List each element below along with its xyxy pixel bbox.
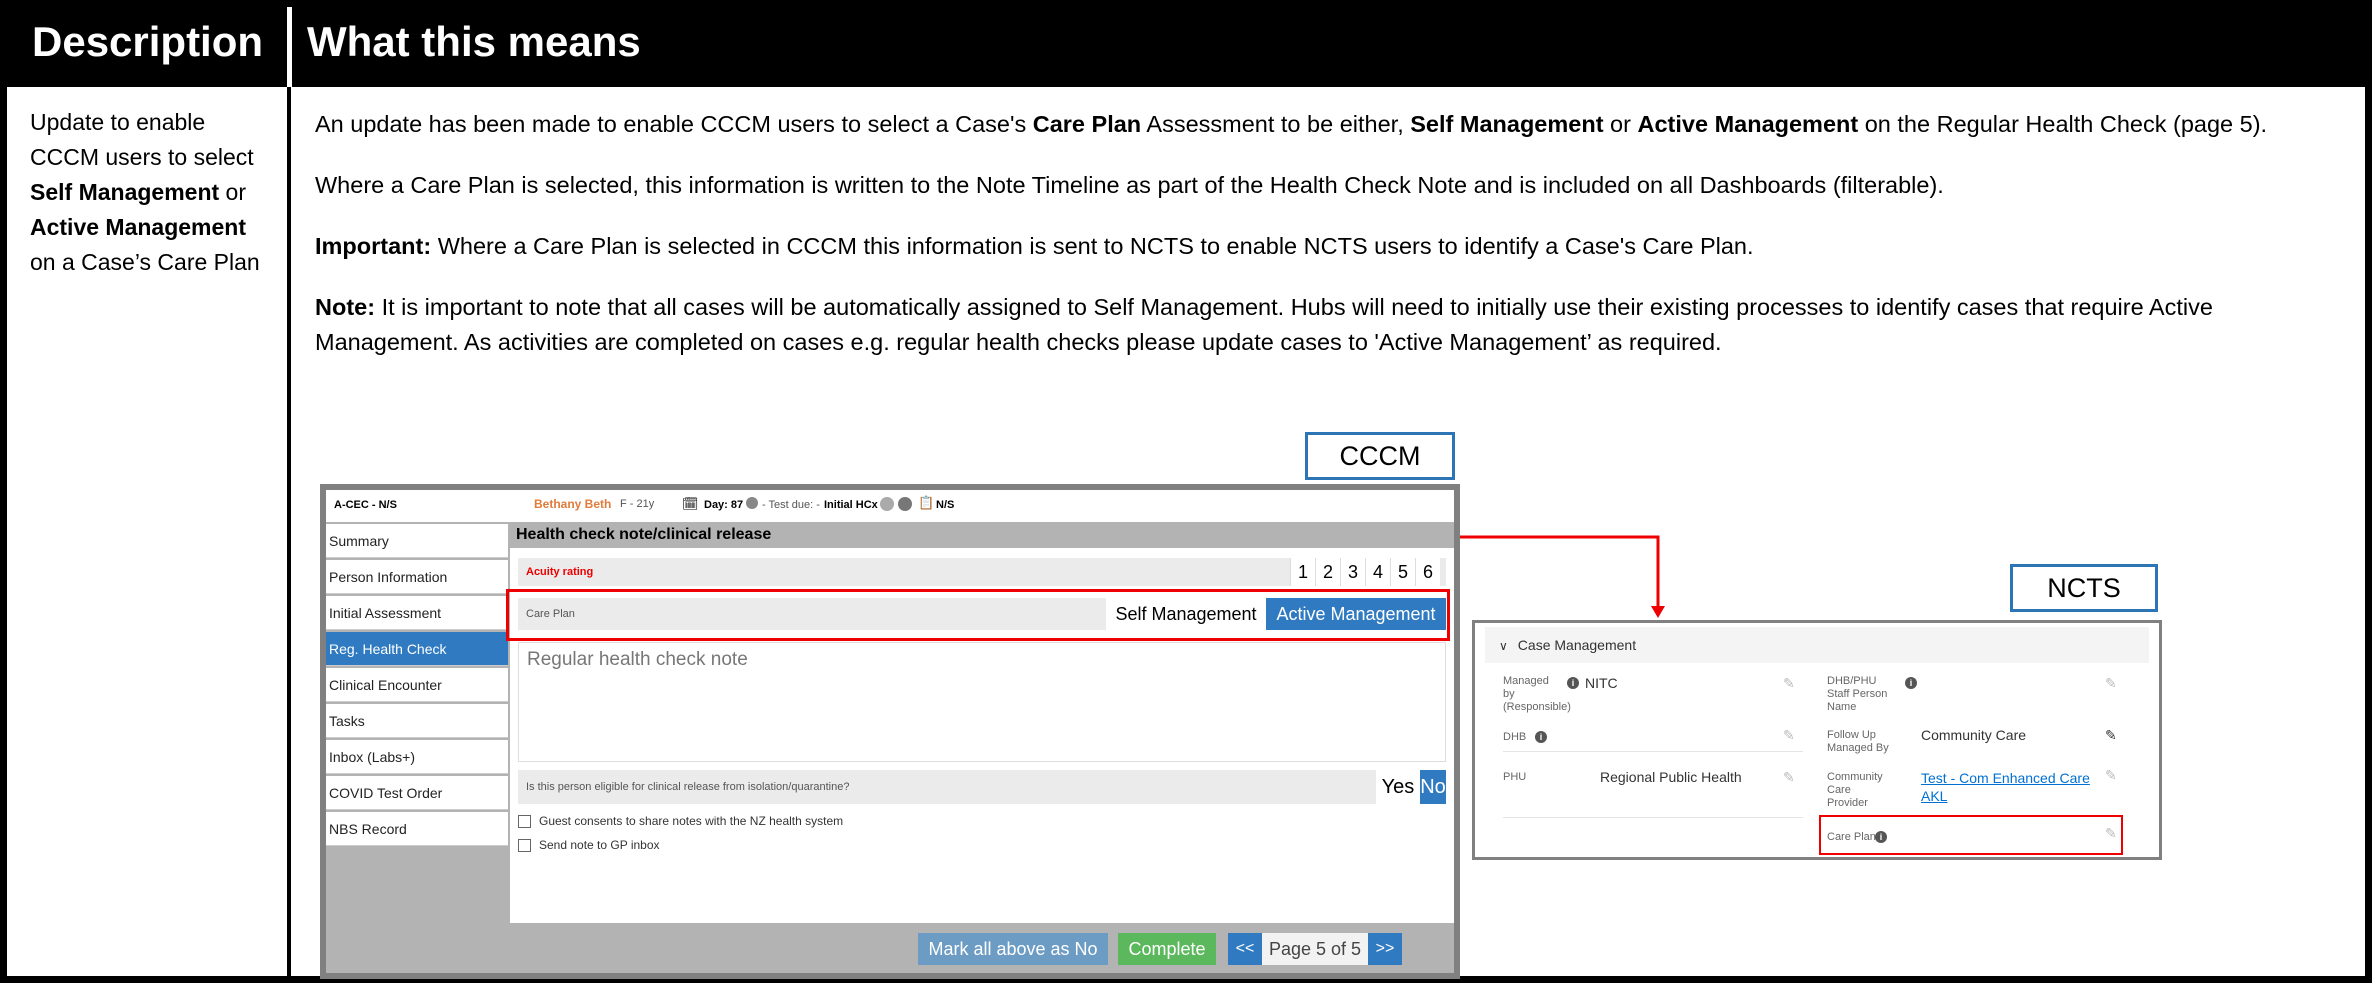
- send-gp-checkbox-row[interactable]: Send note to GP inbox: [518, 838, 660, 853]
- eligibility-row: Is this person eligible for clinical rel…: [518, 770, 1446, 804]
- desc-text-2: or: [219, 179, 246, 205]
- test-due: - Test due: -: [762, 499, 820, 511]
- dhb-label: DHB: [1503, 731, 1527, 743]
- nav-nbs-record[interactable]: NBS Record: [326, 812, 508, 846]
- acuity-3[interactable]: 3: [1340, 558, 1365, 586]
- nav-covid-test-order[interactable]: COVID Test Order: [326, 776, 508, 810]
- desc-text-3: on a Case’s Care Plan: [30, 249, 260, 275]
- staff-info-icon: i: [1905, 677, 1917, 689]
- hcx-dot-1-icon: [880, 497, 894, 511]
- eligibility-yes-button[interactable]: Yes: [1376, 770, 1420, 804]
- divider: [1503, 817, 1803, 818]
- calendar-icon: 🗓: [682, 496, 699, 511]
- cccm-main: Health check note/clinical release Acuit…: [506, 522, 1454, 973]
- acuity-2[interactable]: 2: [1315, 558, 1340, 586]
- meaning-para-1: An update has been made to enable CCCM u…: [315, 111, 2268, 137]
- status-dot-icon: [746, 497, 758, 509]
- managed-by-edit-icon[interactable]: ✎: [1783, 675, 1795, 692]
- cccm-sidebar: Summary Person Information Initial Asses…: [326, 522, 510, 973]
- nav-person-information[interactable]: Person Information: [326, 560, 508, 594]
- divider: [1503, 751, 1803, 752]
- patient-name[interactable]: Bethany Beth: [534, 497, 611, 511]
- chevron-down-icon: ∨: [1499, 639, 1508, 653]
- acuity-4[interactable]: 4: [1365, 558, 1390, 586]
- send-gp-checkbox[interactable]: [518, 839, 531, 853]
- meaning-cell: An update has been made to enable CCCM u…: [315, 107, 2345, 386]
- acuity-6[interactable]: 6: [1415, 558, 1440, 586]
- staff-person-label: DHB/PHU Staff Person Name: [1827, 675, 1888, 713]
- nav-summary[interactable]: Summary: [326, 524, 508, 558]
- cccm-footer: Mark all above as No Complete << Page 5 …: [510, 923, 1454, 973]
- acuity-label: Acuity rating: [526, 566, 594, 578]
- consent-checkbox-row[interactable]: Guest consents to share notes with the N…: [518, 814, 844, 829]
- meaning-para-2: Where a Care Plan is selected, this info…: [315, 172, 1944, 198]
- dhb-info-icon: i: [1535, 731, 1547, 743]
- clipboard-icon: 📋: [918, 495, 935, 510]
- mark-all-no-button[interactable]: Mark all above as No: [918, 933, 1108, 965]
- complete-button[interactable]: Complete: [1118, 933, 1216, 965]
- case-management-header[interactable]: ∨ Case Management: [1485, 627, 2149, 663]
- acuity-options: 1 2 3 4 5 6: [1290, 558, 1440, 586]
- meaning-para-3: Important: Where a Care Plan is selected…: [315, 233, 1754, 259]
- desc-bold-self: Self Management: [30, 179, 220, 205]
- initial-hcx: Initial HCx: [824, 499, 878, 511]
- care-plan-label: Care Plan: [1827, 831, 1876, 843]
- managed-by-value: NITC: [1585, 675, 1618, 691]
- community-provider-link-2[interactable]: AKL: [1921, 787, 1947, 805]
- community-provider-label: Community Care Provider: [1827, 771, 1883, 809]
- managed-by-label: Managed by (Responsible): [1503, 675, 1571, 713]
- follow-up-edit-icon[interactable]: ✎: [2105, 727, 2117, 744]
- case-management-title: Case Management: [1517, 637, 1637, 653]
- ncts-screenshot: ∨ Case Management Managed by (Responsible…: [1472, 620, 2162, 860]
- nav-reg-health-check[interactable]: Reg. Health Check: [326, 632, 508, 666]
- acuity-1[interactable]: 1: [1290, 558, 1315, 586]
- page-indicator: Page 5 of 5: [1262, 933, 1368, 965]
- community-provider-link[interactable]: Test - Com Enhanced Care: [1921, 769, 2090, 787]
- managed-by-info-icon: i: [1567, 677, 1579, 689]
- patient-meta: F - 21y: [620, 498, 655, 510]
- acuity-5[interactable]: 5: [1390, 558, 1415, 586]
- care-plan-highlight: [506, 589, 1450, 641]
- care-plan-edit-icon[interactable]: ✎: [2105, 825, 2117, 842]
- day-count: Day: 87: [704, 499, 744, 511]
- meaning-para-4: Note: It is important to note that all c…: [315, 294, 2213, 355]
- desc-text-1: Update to enable CCCM users to select: [30, 109, 254, 170]
- nav-clinical-encounter[interactable]: Clinical Encounter: [326, 668, 508, 702]
- dhb-edit-icon[interactable]: ✎: [1783, 727, 1795, 744]
- case-id: A-CEC - N/S: [334, 499, 397, 511]
- phu-label: PHU: [1503, 771, 1527, 783]
- nav-inbox-labs[interactable]: Inbox (Labs+): [326, 740, 508, 774]
- phu-edit-icon[interactable]: ✎: [1783, 769, 1795, 786]
- ncts-label: NCTS: [2010, 564, 2158, 612]
- phu-value: Regional Public Health: [1600, 769, 1742, 785]
- cccm-screenshot: A-CEC - N/S Bethany Beth F - 21y 🗓 Day: …: [320, 484, 1460, 979]
- acuity-row: Acuity rating 1 2 3 4 5 6: [518, 558, 1446, 586]
- send-gp-label: Send note to GP inbox: [539, 838, 660, 852]
- description-cell: Update to enable CCCM users to select Se…: [30, 105, 275, 280]
- ns-status: N/S: [936, 499, 955, 511]
- nav-tasks[interactable]: Tasks: [326, 704, 508, 738]
- provider-edit-icon[interactable]: ✎: [2105, 767, 2117, 784]
- desc-bold-active: Active Management: [30, 214, 247, 240]
- cccm-topbar: A-CEC - N/S Bethany Beth F - 21y 🗓 Day: …: [326, 490, 1454, 522]
- prev-page-button[interactable]: <<: [1228, 933, 1262, 965]
- follow-up-value: Community Care: [1921, 727, 2027, 743]
- hcx-dot-2-icon: [898, 497, 912, 511]
- consent-label: Guest consents to share notes with the N…: [539, 814, 844, 828]
- follow-up-label: Follow Up Managed By: [1827, 729, 1889, 754]
- care-plan-info-icon: i: [1875, 831, 1887, 843]
- nav-initial-assessment[interactable]: Initial Assessment: [326, 596, 508, 630]
- eligibility-no-button[interactable]: No: [1420, 770, 1446, 804]
- section-title: Health check note/clinical release: [510, 522, 1454, 548]
- health-check-note-input[interactable]: Regular health check note: [518, 642, 1446, 762]
- staff-edit-icon[interactable]: ✎: [2105, 675, 2117, 692]
- eligibility-question: Is this person eligible for clinical rel…: [526, 781, 850, 793]
- connector-arrow: [1455, 535, 1665, 618]
- cccm-label: CCCM: [1305, 432, 1455, 480]
- consent-checkbox[interactable]: [518, 815, 531, 829]
- next-page-button[interactable]: >>: [1368, 933, 1402, 965]
